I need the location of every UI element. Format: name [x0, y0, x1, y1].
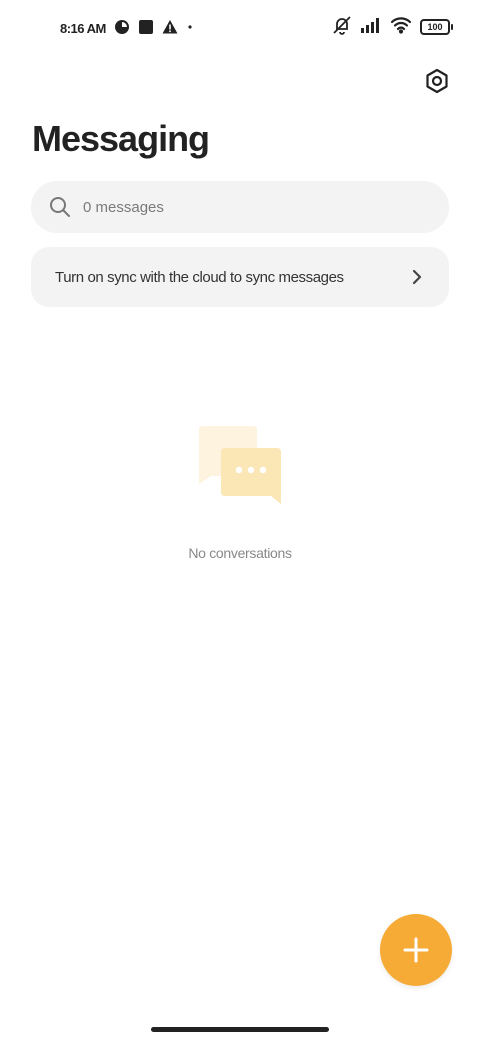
status-left: 8:16 AM	[60, 18, 194, 38]
sync-banner-text: Turn on sync with the cloud to sync mess…	[55, 268, 344, 286]
status-bar: 8:16 AM 100	[0, 0, 480, 54]
wifi-icon	[390, 16, 412, 39]
alert-triangle-icon	[162, 19, 178, 38]
empty-state-label: No conversations	[188, 545, 292, 561]
status-right: 100	[332, 15, 453, 40]
dot-icon	[186, 19, 194, 38]
empty-state: No conversations	[0, 420, 480, 561]
square-app-icon	[138, 19, 154, 38]
home-indicator[interactable]	[151, 1027, 329, 1032]
signal-icon	[360, 16, 382, 39]
plus-icon	[403, 937, 429, 963]
pie-chart-icon	[114, 19, 130, 38]
settings-button[interactable]	[422, 66, 452, 96]
search-icon	[50, 197, 70, 217]
settings-hexagon-icon	[426, 68, 448, 94]
search-input[interactable]	[81, 197, 405, 217]
page-title: Messaging	[32, 118, 210, 159]
silent-mode-icon	[332, 15, 352, 40]
status-time: 8:16 AM	[60, 20, 106, 36]
battery-indicator: 100	[420, 19, 453, 35]
search-bar[interactable]	[31, 181, 449, 233]
chat-bubbles-icon	[199, 426, 281, 504]
sync-banner[interactable]: Turn on sync with the cloud to sync mess…	[31, 247, 449, 307]
chevron-right-icon	[412, 269, 422, 285]
new-message-button[interactable]	[380, 914, 452, 986]
